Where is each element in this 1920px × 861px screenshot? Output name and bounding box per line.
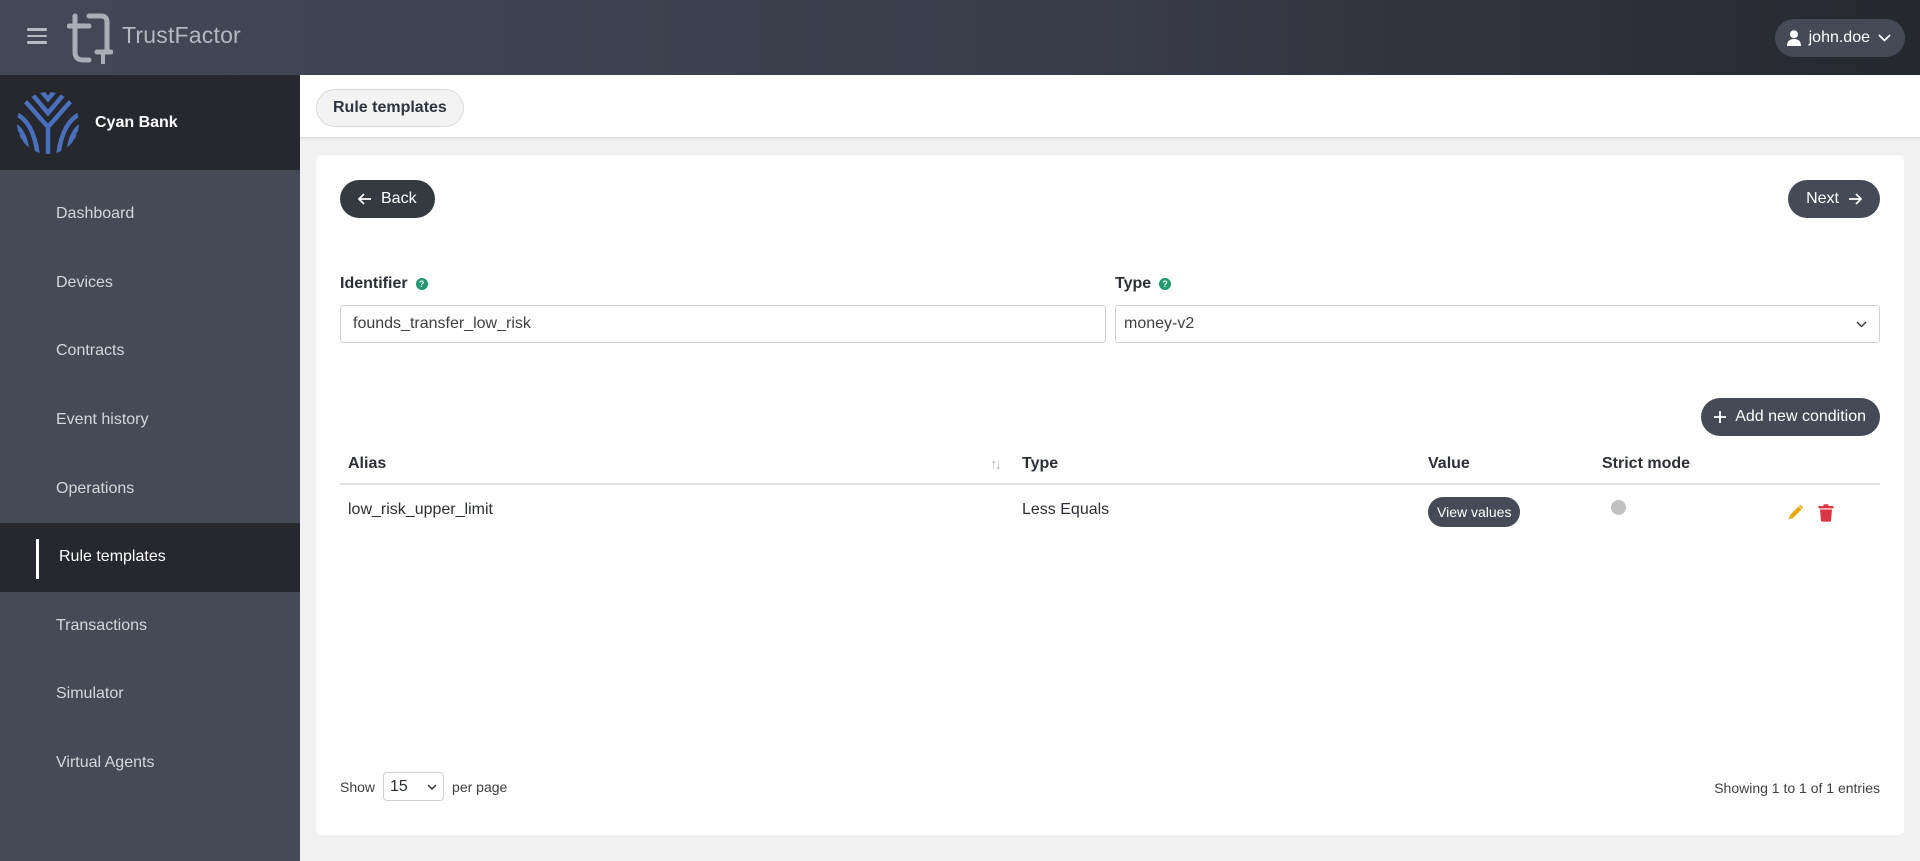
user-menu-button[interactable]: john.doe — [1774, 19, 1905, 57]
column-header-value: Value — [1428, 455, 1470, 472]
strict-mode-indicator[interactable] — [1611, 499, 1626, 515]
cell-actions — [1786, 485, 1834, 535]
column-header-type[interactable]: Type — [1022, 445, 1058, 483]
edit-button[interactable] — [1786, 504, 1804, 522]
sidebar-item-dashboard[interactable]: Dashboard — [0, 180, 300, 249]
user-icon — [1786, 30, 1801, 46]
sidebar-item-rule-templates[interactable]: Rule templates — [0, 522, 300, 592]
table-row: low_risk_upper_limit Less Equals View va… — [340, 485, 1880, 535]
back-button[interactable]: Back — [340, 180, 435, 218]
type-select[interactable]: money-v2 — [1115, 305, 1880, 343]
delete-button[interactable] — [1818, 504, 1834, 522]
app-name: TrustFactor — [122, 22, 241, 48]
identifier-label: Identifier ? — [340, 275, 428, 293]
show-label: Show — [340, 778, 376, 795]
hamburger-menu-icon[interactable] — [27, 28, 47, 44]
per-page-value: 15 — [390, 777, 408, 795]
sidebar-item-devices[interactable]: Devices — [0, 249, 300, 318]
chevron-down-icon — [1878, 34, 1891, 42]
conditions-table: Alias ↑↓ Type Value Strict mode low_risk… — [340, 445, 1880, 535]
organization-name: Cyan Bank — [95, 113, 178, 131]
sidebar-item-operations[interactable]: Operations — [0, 454, 300, 523]
type-label-text: Type — [1115, 275, 1152, 292]
breadcrumb-bar: Rule templates — [300, 75, 1920, 138]
sidebar-nav: Dashboard Devices Contracts Event histor… — [0, 170, 300, 797]
help-icon[interactable]: ? — [415, 278, 428, 290]
next-label: Next — [1806, 190, 1839, 207]
pencil-icon — [1788, 505, 1803, 520]
identifier-label-text: Identifier — [340, 275, 408, 292]
sort-icon[interactable]: ↑↓ — [990, 445, 1002, 483]
top-navbar: TrustFactor john.doe — [0, 0, 1920, 75]
organization-header: Cyan Bank — [0, 75, 300, 170]
breadcrumb-rule-templates[interactable]: Rule templates — [316, 89, 464, 127]
sidebar-item-transactions[interactable]: Transactions — [0, 592, 300, 661]
help-icon[interactable]: ? — [1159, 278, 1172, 290]
rule-template-card: Back Next Identifier ? founds_transfer_l… — [316, 155, 1904, 835]
chevron-down-icon — [427, 784, 437, 790]
sidebar-item-virtual-agents[interactable]: Virtual Agents — [0, 729, 300, 798]
cell-alias: low_risk_upper_limit — [348, 501, 493, 518]
add-condition-label: Add new condition — [1735, 408, 1866, 425]
trash-icon — [1818, 504, 1834, 522]
sidebar-item-event-history[interactable]: Event history — [0, 386, 300, 455]
chevron-down-icon — [1856, 320, 1867, 328]
sidebar: Cyan Bank Dashboard Devices Contracts Ev… — [0, 75, 300, 861]
sidebar-item-simulator[interactable]: Simulator — [0, 660, 300, 729]
per-page-select[interactable]: 15 — [383, 772, 445, 801]
entries-summary: Showing 1 to 1 of 1 entries — [1714, 780, 1880, 796]
sidebar-item-contracts[interactable]: Contracts — [0, 317, 300, 386]
arrow-right-icon — [1849, 193, 1862, 205]
table-header: Alias ↑↓ Type Value Strict mode — [340, 445, 1880, 485]
identifier-input[interactable]: founds_transfer_low_risk — [340, 305, 1106, 343]
cell-strict-mode — [1602, 485, 1626, 535]
column-header-strict-mode: Strict mode — [1602, 455, 1691, 472]
add-new-condition-button[interactable]: Add new condition — [1701, 398, 1880, 436]
cyan-bank-logo-icon — [17, 91, 79, 154]
type-label: Type ? — [1115, 275, 1172, 293]
type-select-value: money-v2 — [1124, 315, 1195, 332]
arrow-left-icon — [358, 193, 371, 205]
next-button[interactable]: Next — [1788, 180, 1880, 218]
plus-icon — [1714, 411, 1727, 423]
view-values-button[interactable]: View values — [1428, 497, 1521, 527]
column-header-alias[interactable]: Alias — [348, 445, 386, 483]
per-page-control: Show 15 per page — [340, 772, 507, 801]
back-label: Back — [381, 190, 417, 207]
per-page-label: per page — [452, 778, 508, 795]
username: john.doe — [1808, 29, 1870, 46]
cell-value: View values — [1428, 485, 1521, 535]
trustfactor-logo-icon — [67, 13, 113, 64]
cell-type: Less Equals — [1022, 501, 1110, 518]
